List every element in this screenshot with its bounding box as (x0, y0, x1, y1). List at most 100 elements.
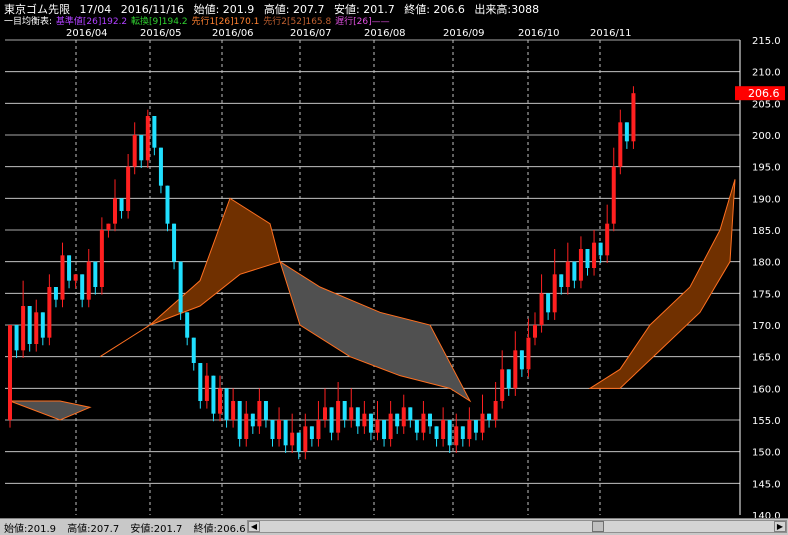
candle-body (263, 401, 268, 420)
candle-body (296, 432, 301, 452)
candle-body (34, 312, 39, 344)
candle-body (270, 420, 275, 439)
candle-body (460, 426, 465, 439)
y-tick-label: 165.0 (752, 353, 781, 364)
candle-body (80, 274, 85, 300)
candle-body (250, 413, 255, 427)
candle-body (592, 242, 597, 268)
candle-body (93, 261, 98, 287)
candle-body (578, 249, 583, 281)
candle-body (27, 306, 32, 344)
candle-body (382, 420, 387, 439)
horizontal-scrollbar[interactable]: ◀ ▶ (247, 520, 787, 533)
candle-body (145, 116, 150, 161)
last-price-label: 206.6 (748, 87, 780, 100)
y-tick-label: 145.0 (752, 479, 781, 490)
candle-body (237, 401, 242, 439)
candle-body (572, 261, 577, 281)
candle-body (546, 293, 551, 313)
candle-body (185, 312, 190, 338)
candle-body (218, 388, 222, 414)
candle-body (178, 261, 183, 313)
candle-body (290, 432, 295, 446)
x-tick-label: 2016/06 (212, 28, 254, 39)
candle-body (487, 413, 492, 420)
candle-body (428, 413, 432, 427)
candle-body (60, 255, 65, 300)
footer-open: 始値:201.9 (4, 524, 56, 535)
price-chart[interactable]: 140.0 145.0 150.0 155.0 160.0 165.0 170.0 175.0… (0, 0, 788, 518)
scroll-thumb[interactable] (592, 521, 604, 532)
candle-body (480, 413, 485, 433)
y-tick-label: 175.0 (752, 289, 781, 300)
candle-body (329, 407, 334, 433)
y-tick-label: 150.0 (752, 448, 781, 459)
candle-body (355, 407, 360, 427)
candle-body (73, 274, 78, 281)
candle-body (67, 255, 72, 281)
candle-body (309, 426, 314, 439)
candle-body (473, 420, 478, 433)
candle-body (388, 413, 393, 439)
candle-body (434, 426, 439, 439)
candle-body (618, 122, 623, 167)
candle-body (421, 413, 426, 433)
candle-body (454, 426, 459, 446)
candle-body (283, 420, 288, 446)
footer-close: 終値:206.6 (193, 524, 246, 535)
candle-body (336, 401, 341, 433)
candle-body (172, 223, 177, 262)
candle-body (559, 274, 564, 287)
candle-body (533, 325, 537, 338)
candle-body (303, 426, 308, 452)
candle-body (401, 407, 406, 427)
scroll-left-arrow-icon[interactable]: ◀ (248, 521, 260, 532)
candle-body (8, 325, 12, 420)
y-tick-label: 180.0 (752, 258, 781, 269)
candle-body (21, 306, 26, 351)
y-tick-label: 140.0 (752, 511, 781, 518)
candle-body (362, 413, 367, 427)
x-tick-label: 2016/07 (290, 28, 332, 39)
candle-body (231, 401, 236, 420)
candle-body (500, 369, 505, 401)
candle-body (395, 413, 400, 427)
candle-body (211, 375, 216, 414)
footer-low: 安値:201.7 (130, 524, 183, 535)
candle-body (506, 369, 511, 389)
candle-body (204, 375, 209, 401)
x-tick-label: 2016/11 (590, 28, 632, 39)
x-tick-label: 2016/05 (140, 28, 182, 39)
candle-body (132, 135, 137, 167)
candle-body (99, 230, 104, 287)
chart-background (0, 26, 788, 518)
candle-body (408, 407, 413, 420)
x-tick-label: 2016/09 (443, 28, 485, 39)
x-tick-label: 2016/08 (364, 28, 406, 39)
candle-body (139, 135, 144, 161)
candle-body (113, 198, 117, 224)
candle-body (598, 242, 603, 256)
candle-body (316, 420, 321, 439)
y-tick-label: 200.0 (752, 131, 781, 142)
candle-body (158, 147, 163, 186)
candle-body (552, 274, 557, 313)
scroll-right-arrow-icon[interactable]: ▶ (774, 521, 786, 532)
candle-body (14, 325, 19, 351)
candle-body (106, 223, 111, 230)
candle-body (349, 407, 354, 420)
y-tick-label: 160.0 (752, 384, 781, 395)
candle-body (375, 420, 380, 433)
candle-body (126, 166, 131, 211)
candle-body (519, 350, 524, 370)
candle-body (47, 287, 52, 338)
candle-body (152, 116, 157, 148)
candle-body (441, 420, 446, 439)
y-tick-label: 190.0 (752, 194, 781, 205)
candle-body (257, 401, 262, 427)
candle-body (342, 401, 347, 420)
y-tick-label: 210.0 (752, 68, 781, 79)
candle-body (40, 312, 45, 338)
x-tick-label: 2016/10 (518, 28, 560, 39)
candle-body (53, 287, 58, 300)
